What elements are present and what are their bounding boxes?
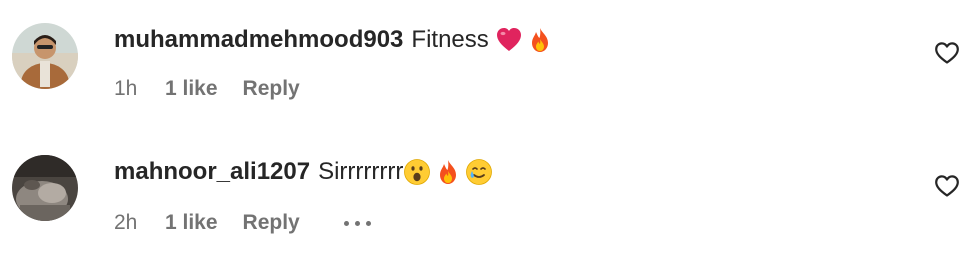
comment-username[interactable]: mahnoor_ali1207 (114, 157, 310, 187)
like-comment-button[interactable] (934, 174, 960, 198)
reply-button[interactable]: Reply (243, 76, 300, 102)
comment-timestamp[interactable]: 2h (114, 210, 160, 236)
like-comment-button[interactable] (934, 41, 960, 65)
fire-emoji (434, 158, 462, 186)
comment-meta: 2h 1 like Reply (114, 210, 371, 236)
likes-count-button[interactable]: 1 like (165, 210, 218, 236)
heart-outline-icon (935, 42, 959, 64)
more-options-button[interactable] (343, 210, 371, 236)
fire-emoji (526, 26, 554, 54)
likes-count-button[interactable]: 1 like (165, 76, 218, 102)
smiling-face-with-tear-emoji (465, 158, 493, 186)
comment-body: mahnoor_ali1207 Sirrrrrrrr (114, 157, 493, 187)
comment-item: muhammadmehmood903 Fitness 1h 1 like Rep… (0, 0, 974, 120)
comment-text: Sirrrrrrrr (318, 157, 493, 187)
comment-body: muhammadmehmood903 Fitness (114, 25, 554, 55)
ellipsis-dot (365, 220, 371, 226)
comment-item: mahnoor_ali1207 Sirrrrrrrr 2h 1 like Rep… (0, 130, 974, 253)
comment-meta: 1h 1 like Reply (114, 76, 300, 102)
reply-button[interactable]: Reply (243, 210, 300, 236)
comment-username[interactable]: muhammadmehmood903 (114, 25, 403, 55)
avatar[interactable] (12, 23, 78, 89)
avatar[interactable] (12, 155, 78, 221)
heart-outline-icon (935, 175, 959, 197)
ellipsis-dot (354, 220, 360, 226)
comment-timestamp[interactable]: 1h (114, 76, 160, 102)
ellipsis-icon (343, 220, 349, 226)
comment-text: Fitness (411, 25, 553, 55)
face-with-open-mouth-emoji (403, 158, 431, 186)
comment-text-label: Sirrrrrrrr (318, 158, 404, 185)
red-heart-emoji (495, 26, 523, 54)
comment-text-label: Fitness (411, 26, 489, 53)
